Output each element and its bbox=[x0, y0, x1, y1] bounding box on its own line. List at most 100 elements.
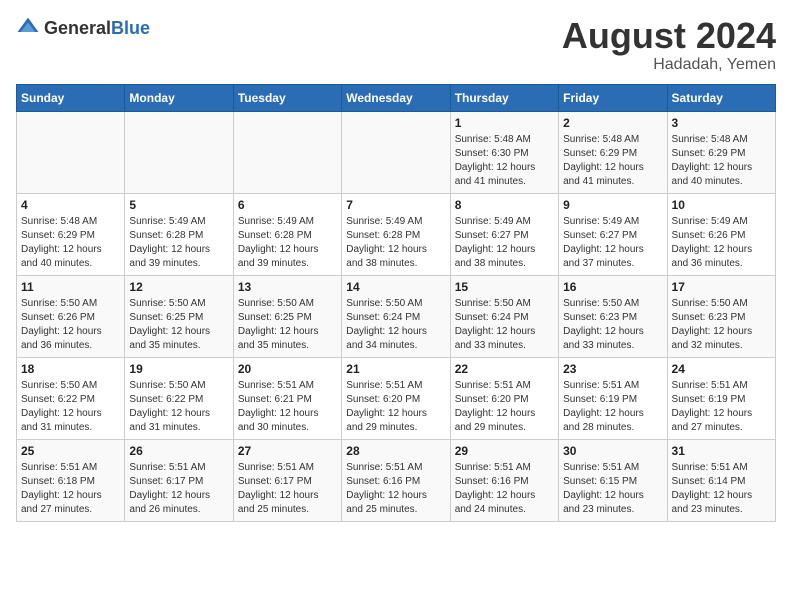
day-number: 15 bbox=[455, 280, 554, 294]
day-info: Sunrise: 5:50 AM Sunset: 6:24 PM Dayligh… bbox=[455, 297, 554, 353]
day-info: Sunrise: 5:51 AM Sunset: 6:16 PM Dayligh… bbox=[346, 461, 445, 517]
day-number: 17 bbox=[672, 280, 771, 294]
day-info: Sunrise: 5:49 AM Sunset: 6:27 PM Dayligh… bbox=[563, 215, 662, 271]
logo-general-text: General bbox=[44, 18, 111, 38]
header-cell-thursday: Thursday bbox=[450, 84, 558, 111]
calendar-cell: 15 Sunrise: 5:50 AM Sunset: 6:24 PM Dayli… bbox=[450, 275, 558, 357]
day-number: 27 bbox=[238, 444, 337, 458]
calendar-cell: 1 Sunrise: 5:48 AM Sunset: 6:30 PM Daylig… bbox=[450, 111, 558, 193]
day-number: 31 bbox=[672, 444, 771, 458]
day-number: 20 bbox=[238, 362, 337, 376]
day-info: Sunrise: 5:50 AM Sunset: 6:22 PM Dayligh… bbox=[21, 379, 120, 435]
calendar-cell: 11 Sunrise: 5:50 AM Sunset: 6:26 PM Dayli… bbox=[17, 275, 125, 357]
header-cell-saturday: Saturday bbox=[667, 84, 775, 111]
calendar-cell: 28 Sunrise: 5:51 AM Sunset: 6:16 PM Dayli… bbox=[342, 439, 450, 521]
week-row-5: 25Sunrise: 5:51 AM Sunset: 6:18 PM Dayli… bbox=[17, 439, 776, 521]
day-number: 1 bbox=[455, 116, 554, 130]
day-info: Sunrise: 5:49 AM Sunset: 6:28 PM Dayligh… bbox=[129, 215, 228, 271]
day-number: 28 bbox=[346, 444, 445, 458]
day-info: Sunrise: 5:51 AM Sunset: 6:19 PM Dayligh… bbox=[563, 379, 662, 435]
main-title: August 2024 bbox=[562, 16, 776, 56]
header-row: SundayMondayTuesdayWednesdayThursdayFrid… bbox=[17, 84, 776, 111]
calendar-cell: 16 Sunrise: 5:50 AM Sunset: 6:23 PM Dayli… bbox=[559, 275, 667, 357]
calendar-cell: 17 Sunrise: 5:50 AM Sunset: 6:23 PM Dayli… bbox=[667, 275, 775, 357]
title-area: August 2024 Hadadah, Yemen bbox=[562, 16, 776, 74]
calendar-cell: 4 Sunrise: 5:48 AM Sunset: 6:29 PM Daylig… bbox=[17, 193, 125, 275]
day-info: Sunrise: 5:50 AM Sunset: 6:25 PM Dayligh… bbox=[129, 297, 228, 353]
calendar-cell: 26 Sunrise: 5:51 AM Sunset: 6:17 PM Dayli… bbox=[125, 439, 233, 521]
day-number: 19 bbox=[129, 362, 228, 376]
day-number: 21 bbox=[346, 362, 445, 376]
calendar-cell: 7 Sunrise: 5:49 AM Sunset: 6:28 PM Daylig… bbox=[342, 193, 450, 275]
day-info: Sunrise: 5:49 AM Sunset: 6:28 PM Dayligh… bbox=[346, 215, 445, 271]
week-row-1: 1 Sunrise: 5:48 AM Sunset: 6:30 PM Daylig… bbox=[17, 111, 776, 193]
calendar-cell: 5 Sunrise: 5:49 AM Sunset: 6:28 PM Daylig… bbox=[125, 193, 233, 275]
day-info: Sunrise: 5:51 AM Sunset: 6:16 PM Dayligh… bbox=[455, 461, 554, 517]
day-number: 13 bbox=[238, 280, 337, 294]
day-info: Sunrise: 5:49 AM Sunset: 6:28 PM Dayligh… bbox=[238, 215, 337, 271]
calendar-cell bbox=[342, 111, 450, 193]
calendar-cell bbox=[17, 111, 125, 193]
day-number: 25 bbox=[21, 444, 120, 458]
day-info: Sunrise: 5:48 AM Sunset: 6:29 PM Dayligh… bbox=[21, 215, 120, 271]
day-number: 14 bbox=[346, 280, 445, 294]
day-number: 23 bbox=[563, 362, 662, 376]
calendar-body: 1 Sunrise: 5:48 AM Sunset: 6:30 PM Daylig… bbox=[17, 111, 776, 521]
day-info: Sunrise: 5:51 AM Sunset: 6:15 PM Dayligh… bbox=[563, 461, 662, 517]
day-number: 16 bbox=[563, 280, 662, 294]
calendar-header: SundayMondayTuesdayWednesdayThursdayFrid… bbox=[17, 84, 776, 111]
day-info: Sunrise: 5:51 AM Sunset: 6:21 PM Dayligh… bbox=[238, 379, 337, 435]
day-info: Sunrise: 5:51 AM Sunset: 6:20 PM Dayligh… bbox=[455, 379, 554, 435]
header-cell-monday: Monday bbox=[125, 84, 233, 111]
day-number: 29 bbox=[455, 444, 554, 458]
calendar-cell: 23 Sunrise: 5:51 AM Sunset: 6:19 PM Dayli… bbox=[559, 357, 667, 439]
logo-icon bbox=[16, 16, 40, 40]
calendar-cell: 30 Sunrise: 5:51 AM Sunset: 6:15 PM Dayli… bbox=[559, 439, 667, 521]
day-info: Sunrise: 5:51 AM Sunset: 6:14 PM Dayligh… bbox=[672, 461, 771, 517]
day-number: 26 bbox=[129, 444, 228, 458]
calendar-cell: 8Sunrise: 5:49 AM Sunset: 6:27 PM Daylig… bbox=[450, 193, 558, 275]
day-info: Sunrise: 5:51 AM Sunset: 6:17 PM Dayligh… bbox=[238, 461, 337, 517]
day-number: 11 bbox=[21, 280, 120, 294]
day-info: Sunrise: 5:50 AM Sunset: 6:24 PM Dayligh… bbox=[346, 297, 445, 353]
day-info: Sunrise: 5:50 AM Sunset: 6:23 PM Dayligh… bbox=[563, 297, 662, 353]
day-number: 9 bbox=[563, 198, 662, 212]
calendar-cell: 2Sunrise: 5:48 AM Sunset: 6:29 PM Daylig… bbox=[559, 111, 667, 193]
calendar-cell: 31 Sunrise: 5:51 AM Sunset: 6:14 PM Dayli… bbox=[667, 439, 775, 521]
calendar-cell: 12 Sunrise: 5:50 AM Sunset: 6:25 PM Dayli… bbox=[125, 275, 233, 357]
day-number: 7 bbox=[346, 198, 445, 212]
sub-title: Hadadah, Yemen bbox=[562, 56, 776, 74]
calendar-cell: 13 Sunrise: 5:50 AM Sunset: 6:25 PM Dayli… bbox=[233, 275, 341, 357]
day-info: Sunrise: 5:49 AM Sunset: 6:27 PM Dayligh… bbox=[455, 215, 554, 271]
header-cell-wednesday: Wednesday bbox=[342, 84, 450, 111]
day-info: Sunrise: 5:49 AM Sunset: 6:26 PM Dayligh… bbox=[672, 215, 771, 271]
day-info: Sunrise: 5:51 AM Sunset: 6:20 PM Dayligh… bbox=[346, 379, 445, 435]
day-info: Sunrise: 5:50 AM Sunset: 6:26 PM Dayligh… bbox=[21, 297, 120, 353]
calendar-cell: 6Sunrise: 5:49 AM Sunset: 6:28 PM Daylig… bbox=[233, 193, 341, 275]
calendar-cell: 10Sunrise: 5:49 AM Sunset: 6:26 PM Dayli… bbox=[667, 193, 775, 275]
day-info: Sunrise: 5:50 AM Sunset: 6:23 PM Dayligh… bbox=[672, 297, 771, 353]
calendar-cell: 19Sunrise: 5:50 AM Sunset: 6:22 PM Dayli… bbox=[125, 357, 233, 439]
day-info: Sunrise: 5:50 AM Sunset: 6:25 PM Dayligh… bbox=[238, 297, 337, 353]
day-number: 30 bbox=[563, 444, 662, 458]
page-header: GeneralBlue August 2024 Hadadah, Yemen bbox=[16, 16, 776, 74]
week-row-4: 18 Sunrise: 5:50 AM Sunset: 6:22 PM Dayli… bbox=[17, 357, 776, 439]
calendar-cell: 24Sunrise: 5:51 AM Sunset: 6:19 PM Dayli… bbox=[667, 357, 775, 439]
day-number: 2 bbox=[563, 116, 662, 130]
day-number: 5 bbox=[129, 198, 228, 212]
day-info: Sunrise: 5:51 AM Sunset: 6:17 PM Dayligh… bbox=[129, 461, 228, 517]
calendar-cell: 3 Sunrise: 5:48 AM Sunset: 6:29 PM Daylig… bbox=[667, 111, 775, 193]
day-info: Sunrise: 5:48 AM Sunset: 6:29 PM Dayligh… bbox=[672, 133, 771, 189]
day-number: 12 bbox=[129, 280, 228, 294]
header-cell-sunday: Sunday bbox=[17, 84, 125, 111]
day-number: 4 bbox=[21, 198, 120, 212]
calendar-cell: 29 Sunrise: 5:51 AM Sunset: 6:16 PM Dayli… bbox=[450, 439, 558, 521]
day-number: 18 bbox=[21, 362, 120, 376]
calendar-cell: 27 Sunrise: 5:51 AM Sunset: 6:17 PM Dayli… bbox=[233, 439, 341, 521]
day-info: Sunrise: 5:48 AM Sunset: 6:30 PM Dayligh… bbox=[455, 133, 554, 189]
calendar-cell: 21 Sunrise: 5:51 AM Sunset: 6:20 PM Dayli… bbox=[342, 357, 450, 439]
logo-blue-text: Blue bbox=[111, 18, 150, 38]
calendar-cell: 25Sunrise: 5:51 AM Sunset: 6:18 PM Dayli… bbox=[17, 439, 125, 521]
day-info: Sunrise: 5:51 AM Sunset: 6:19 PM Dayligh… bbox=[672, 379, 771, 435]
day-number: 3 bbox=[672, 116, 771, 130]
